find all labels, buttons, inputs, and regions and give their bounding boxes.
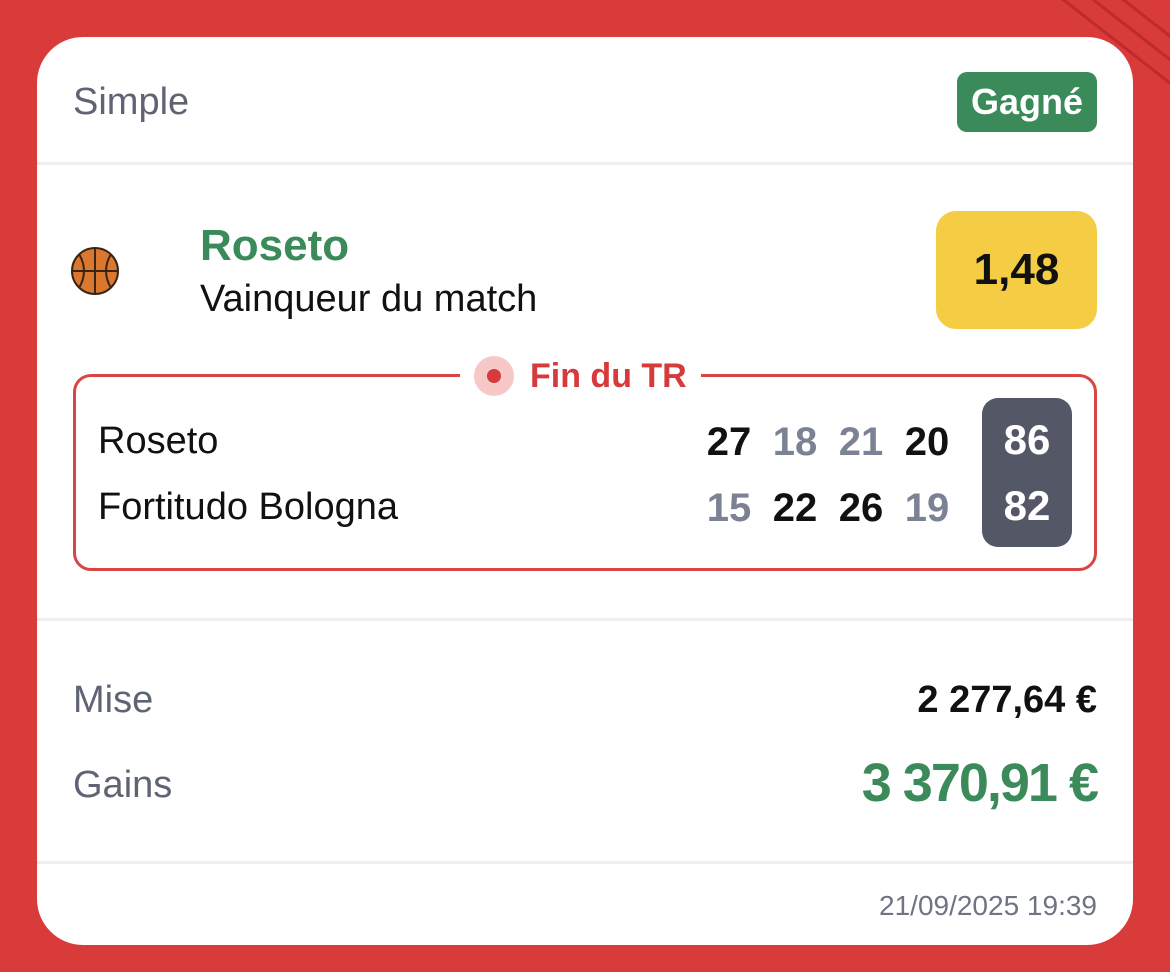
period-score: 15: [706, 486, 752, 530]
stake-value: 2 277,64 €: [917, 679, 1097, 721]
stake-label: Mise: [73, 679, 154, 721]
bet-type-label: Simple: [73, 81, 190, 123]
bet-card[interactable]: Simple Gagné Roseto Vainqueur du match 1…: [37, 37, 1133, 945]
total-score-away: 82: [1003, 482, 1051, 529]
team-home-periods: 27 18 21 20: [696, 420, 960, 465]
period-score: 22: [772, 486, 818, 530]
period-score: 26: [838, 486, 884, 530]
live-dot-icon: [474, 356, 514, 396]
live-status-text: Fin du TR: [530, 356, 687, 395]
selection-name: Roseto: [200, 221, 350, 270]
live-status: Fin du TR: [460, 351, 701, 401]
period-score: 21: [838, 420, 884, 464]
odds-badge: 1,48: [936, 211, 1097, 329]
bet-header: Simple Gagné: [37, 37, 1133, 165]
total-score-box: 86 82: [982, 398, 1072, 547]
period-score: 20: [904, 420, 950, 464]
total-score-home: 86: [1003, 416, 1051, 463]
period-score: 19: [904, 486, 950, 530]
team-away-name: Fortitudo Bologna: [98, 486, 398, 528]
divider: [37, 618, 1133, 621]
gains-label: Gains: [73, 764, 173, 806]
bet-timestamp: 21/09/2025 19:39: [879, 890, 1097, 921]
scoreboard: Fin du TR Roseto 27 18 21 20 Fortitudo B…: [73, 351, 1097, 571]
divider: [37, 861, 1133, 864]
period-score: 27: [706, 420, 752, 464]
market-name: Vainqueur du match: [200, 278, 538, 320]
period-score: 18: [772, 420, 818, 464]
team-away-periods: 15 22 26 19: [696, 486, 960, 531]
team-home-name: Roseto: [98, 420, 219, 462]
status-badge: Gagné: [956, 72, 1097, 132]
gains-value: 3 370,91 €: [861, 753, 1099, 813]
basketball-icon: [71, 247, 119, 295]
